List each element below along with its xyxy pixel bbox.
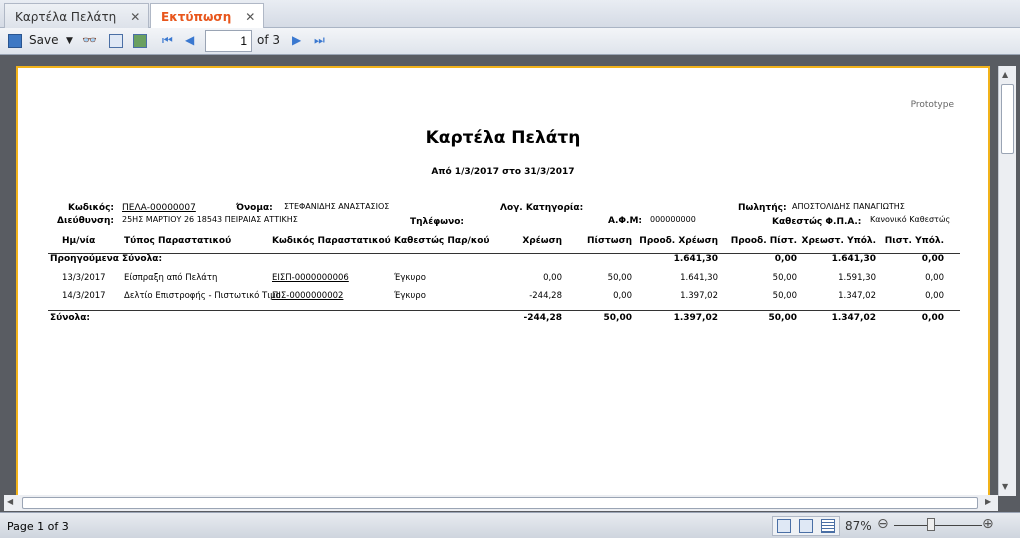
previous-prog-credit: 0,00 (774, 254, 797, 264)
first-page-icon[interactable]: ⏮ (162, 33, 173, 48)
previous-credit-balance: 0,00 (921, 254, 944, 264)
vat-value: Κανονικό Καθεστώς (870, 215, 951, 224)
seller-value: ΑΠΟΣΤΟΛΙΔΗΣ ΠΑΝΑΓΙΩΤΗΣ (792, 202, 905, 211)
zoom-in-icon[interactable]: ⊕ (982, 516, 994, 532)
column-header: Ημ/νία (62, 236, 96, 246)
column-header: Χρέωση (522, 236, 562, 246)
document-code-link[interactable]: ΕΙΣΠ-0000000006 (272, 273, 349, 283)
page-count: of 3 (257, 33, 281, 47)
table-cell: Είσπραξη από Πελάτη (124, 273, 218, 283)
column-header: Χρεωστ. Υπόλ. (801, 236, 876, 246)
page-status: Page 1 of 3 (7, 520, 69, 533)
table-cell: Έγκυρο (394, 273, 426, 283)
table-cell: 1.641,30 (680, 273, 718, 283)
toolbar: Save ▼ 👓 ⏮ ◀ of 3 ▶ ⏭ (0, 28, 1020, 55)
table-cell: 0,00 (925, 273, 944, 283)
column-header: Τύπος Παραστατικού (124, 236, 232, 246)
report-title: Καρτέλα Πελάτη (425, 128, 581, 148)
zoom-slider[interactable] (894, 525, 982, 526)
total-value: 1.347,02 (831, 313, 876, 323)
save-icon[interactable] (8, 34, 22, 48)
thumbnails-icon[interactable] (109, 34, 123, 48)
afm-label: Α.Φ.Μ: (608, 216, 643, 226)
scroll-right-icon[interactable]: ▶ (985, 497, 991, 506)
save-dropdown-chevron-icon[interactable]: ▼ (66, 36, 73, 46)
name-value: ΣΤΕΦΑΝΙΔΗΣ ΑΝΑΣΤΑΣΙΟΣ (284, 202, 390, 211)
table-cell: 1.591,30 (838, 273, 876, 283)
table-cell: 1.347,02 (838, 291, 876, 301)
tab-customer-card[interactable]: Καρτέλα Πελάτη ✕ (4, 3, 150, 28)
table-cell: 50,00 (772, 291, 797, 301)
category-label: Λογ. Κατηγορία: (500, 203, 584, 213)
scroll-down-icon[interactable]: ▼ (1002, 482, 1008, 491)
scroll-up-icon[interactable]: ▲ (1002, 70, 1008, 79)
customer-code-link[interactable]: ΠΕΛΑ-00000007 (122, 203, 196, 213)
zoom-level: 87% (845, 519, 872, 533)
address-value: 25ΗΣ ΜΑΡΤΙΟΥ 26 18543 ΠΕΙΡΑΙΑΣ ΑΤΤΙΚΗΣ (122, 215, 298, 224)
total-value: 50,00 (768, 313, 797, 323)
horizontal-scrollbar[interactable]: ◀ ▶ (4, 495, 998, 511)
save-button[interactable]: Save (29, 33, 58, 47)
close-icon[interactable]: ✕ (245, 10, 255, 24)
table-cell: Έγκυρο (394, 291, 426, 301)
column-header: Πίστωση (586, 236, 632, 246)
address-label: Διεύθυνση: (57, 216, 114, 226)
close-icon[interactable]: ✕ (130, 10, 140, 24)
status-bar: Page 1 of 3 87% ⊖ ⊕ (0, 512, 1020, 538)
zoom-out-icon[interactable]: ⊖ (877, 516, 889, 532)
horizontal-scroll-thumb[interactable] (22, 497, 978, 509)
multi-page-icon[interactable] (821, 519, 835, 533)
table-cell: 0,00 (613, 291, 632, 301)
previous-debit-balance: 1.641,30 (831, 254, 876, 264)
total-value: 0,00 (921, 313, 944, 323)
single-page-icon[interactable] (799, 519, 813, 533)
page-number-input[interactable] (205, 30, 252, 52)
vat-label: Καθεστώς Φ.Π.Α.: (772, 217, 862, 227)
table-cell: 50,00 (772, 273, 797, 283)
previous-prog-debit: 1.641,30 (673, 254, 718, 264)
previous-page-icon[interactable]: ◀ (185, 33, 194, 47)
afm-value: 000000000 (650, 215, 696, 224)
table-cell: Δελτίο Επιστροφής - Πιστωτικό Τιμο (124, 291, 281, 301)
name-label: Όνομα: (236, 203, 273, 213)
report-viewer: Prototype Καρτέλα Πελάτη Από 1/3/2017 στ… (0, 55, 1020, 512)
table-cell: 0,00 (925, 291, 944, 301)
tab-label: Εκτύπωση (161, 10, 232, 24)
report-page: Prototype Καρτέλα Πελάτη Από 1/3/2017 στ… (16, 66, 990, 496)
column-header: Πιστ. Υπόλ. (884, 236, 944, 246)
tab-label: Καρτέλα Πελάτη (15, 10, 117, 24)
totals-label: Σύνολα: (50, 313, 91, 323)
last-page-icon[interactable]: ⏭ (314, 33, 325, 48)
code-label: Κωδικός: (68, 203, 114, 213)
page-setup-icon[interactable] (133, 34, 147, 48)
table-cell: 14/3/2017 (62, 291, 106, 301)
column-header: Καθεστώς Παρ/κού (394, 236, 490, 246)
column-header: Προοδ. Χρέωση (639, 236, 718, 246)
scroll-left-icon[interactable]: ◀ (7, 497, 13, 506)
table-cell: -244,28 (529, 291, 562, 301)
vertical-scroll-thumb[interactable] (1001, 84, 1014, 154)
seller-label: Πωλητής: (738, 203, 787, 213)
watermark-text: Prototype (910, 100, 954, 110)
total-value: 50,00 (603, 313, 632, 323)
tab-bar: Καρτέλα Πελάτη ✕ Εκτύπωση ✕ (0, 0, 1020, 29)
phone-label: Τηλέφωνο: (410, 217, 465, 227)
total-value: 1.397,02 (673, 313, 718, 323)
vertical-scrollbar[interactable]: ▲ ▼ (998, 66, 1016, 496)
find-icon[interactable]: 👓 (82, 33, 97, 47)
page-layout-icon[interactable] (777, 519, 791, 533)
table-cell: 1.397,02 (680, 291, 718, 301)
tab-print[interactable]: Εκτύπωση ✕ (150, 3, 265, 29)
document-code-link[interactable]: ΠΙΣ-0000000002 (272, 291, 343, 301)
previous-totals-label: Προηγούμενα Σύνολα: (50, 254, 163, 264)
report-period: Από 1/3/2017 στο 31/3/2017 (431, 167, 575, 177)
table-cell: 50,00 (607, 273, 632, 283)
table-cell: 0,00 (543, 273, 562, 283)
column-header: Προοδ. Πίστ. (730, 236, 797, 246)
zoom-slider-thumb[interactable] (927, 518, 935, 531)
next-page-icon[interactable]: ▶ (292, 33, 301, 47)
total-value: -244,28 (523, 313, 562, 323)
column-header: Κωδικός Παραστατικού (272, 236, 391, 246)
table-cell: 13/3/2017 (62, 273, 106, 283)
